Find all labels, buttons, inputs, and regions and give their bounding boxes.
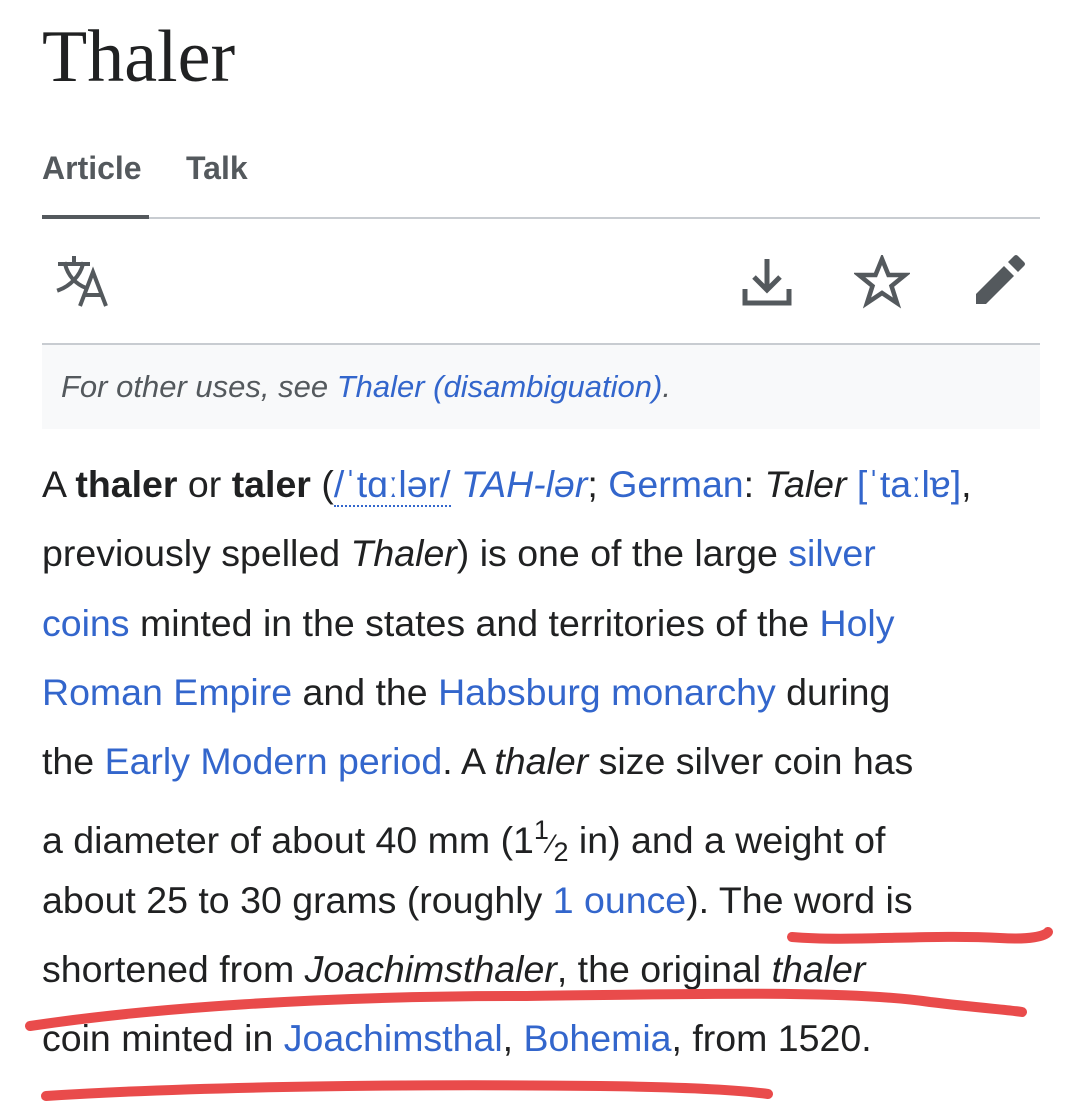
- paragraph-line: coins minted in the states and territori…: [42, 589, 1042, 658]
- ounce-link[interactable]: 1 ounce: [553, 879, 686, 921]
- fraction: 1⁄2: [534, 815, 569, 867]
- paragraph-line: A thaler or taler (/ˈtɑːlər/ TAH-lər; Ge…: [42, 450, 1042, 519]
- paragraph-line: shortened from Joachimsthaler, the origi…: [42, 935, 1042, 1004]
- paragraph-line: previously spelled Thaler) is one of the…: [42, 519, 1042, 588]
- text: or: [177, 463, 232, 505]
- star-icon[interactable]: [850, 250, 914, 314]
- text: shortened from: [42, 948, 305, 991]
- text: during: [775, 670, 891, 713]
- text: the: [42, 740, 105, 783]
- disambiguation-link[interactable]: Thaler (disambiguation): [337, 369, 663, 404]
- paragraph-line: about 25 to 30 grams (roughly 1 ounce). …: [42, 866, 1042, 935]
- paragraph-line: coin minted in Joachimsthal, Bohemia, fr…: [42, 1004, 1042, 1073]
- bohemia-link[interactable]: Bohemia: [524, 1017, 672, 1059]
- german-language-link[interactable]: German: [608, 463, 743, 505]
- text: , from 1520.: [671, 1017, 872, 1060]
- text: in) and a weight of: [568, 819, 886, 862]
- silver-coins-link[interactable]: silver: [788, 532, 876, 574]
- habsburg-monarchy-link[interactable]: Habsburg monarchy: [438, 671, 776, 713]
- italic-term: Thaler: [350, 532, 457, 575]
- text: and the: [292, 670, 439, 713]
- text: . A: [442, 740, 495, 783]
- fraction-numerator: 1: [533, 815, 549, 846]
- hatnote-text: For other uses, see: [61, 369, 337, 404]
- text: about 25 to 30 grams (roughly: [42, 878, 553, 921]
- bold-term: taler: [231, 463, 311, 505]
- holy-roman-empire-link[interactable]: Roman Empire: [42, 671, 292, 713]
- tab-talk[interactable]: Talk: [186, 150, 248, 187]
- annotation-stroke: [41, 1080, 773, 1101]
- language-icon[interactable]: [52, 250, 116, 314]
- text: coin minted in: [42, 1017, 284, 1060]
- download-icon[interactable]: [735, 250, 799, 314]
- edit-pencil-icon[interactable]: [966, 250, 1030, 314]
- text: previously spelled: [42, 532, 351, 575]
- respelling-link[interactable]: TAH-lər: [451, 463, 587, 505]
- text: ;: [587, 463, 609, 505]
- joachimsthal-link[interactable]: Joachimsthal: [284, 1017, 503, 1059]
- text: minted in the states and territories of …: [129, 601, 820, 644]
- hatnote-suffix: .: [662, 369, 671, 404]
- active-tab-indicator: [42, 215, 149, 219]
- text: ,: [961, 463, 972, 505]
- tab-article[interactable]: Article: [42, 150, 142, 187]
- page-actions-toolbar: [42, 250, 1040, 320]
- ipa-german-link[interactable]: [ˈtaːlɐ]: [857, 463, 961, 505]
- text: :: [743, 463, 765, 505]
- text: a diameter of about 40 mm (1: [42, 819, 534, 862]
- text: [847, 463, 857, 505]
- tab-bar: Article Talk: [42, 140, 1040, 219]
- text: A: [42, 463, 76, 505]
- paragraph-line: a diameter of about 40 mm (11⁄2 in) and …: [42, 796, 1042, 867]
- text: ,: [502, 1017, 524, 1060]
- text: ). The word is: [686, 878, 913, 921]
- italic-term: Joachimsthaler: [304, 948, 557, 991]
- paragraph-line: Roman Empire and the Habsburg monarchy d…: [42, 658, 1042, 727]
- text: (: [310, 463, 334, 505]
- bold-term: thaler: [75, 463, 178, 505]
- fraction-denominator: 2: [553, 837, 569, 868]
- early-modern-period-link[interactable]: Early Modern period: [105, 740, 443, 782]
- paragraph-line: the Early Modern period. A thaler size s…: [42, 727, 1042, 796]
- ipa-english-link[interactable]: /ˈtɑːlər/: [333, 463, 451, 507]
- holy-roman-empire-link[interactable]: Holy: [820, 602, 895, 644]
- italic-term: Taler: [764, 463, 847, 505]
- italic-term: thaler: [771, 948, 866, 991]
- text: ) is one of the large: [456, 532, 789, 575]
- text: size silver coin has: [588, 740, 914, 783]
- page-title: Thaler: [42, 16, 236, 98]
- hatnote: For other uses, see Thaler (disambiguati…: [42, 343, 1040, 429]
- article-lead-paragraph: A thaler or taler (/ˈtɑːlər/ TAH-lər; Ge…: [42, 450, 1042, 1074]
- silver-coins-link[interactable]: coins: [42, 602, 130, 644]
- text: , the original: [556, 948, 772, 991]
- italic-term: thaler: [494, 740, 589, 783]
